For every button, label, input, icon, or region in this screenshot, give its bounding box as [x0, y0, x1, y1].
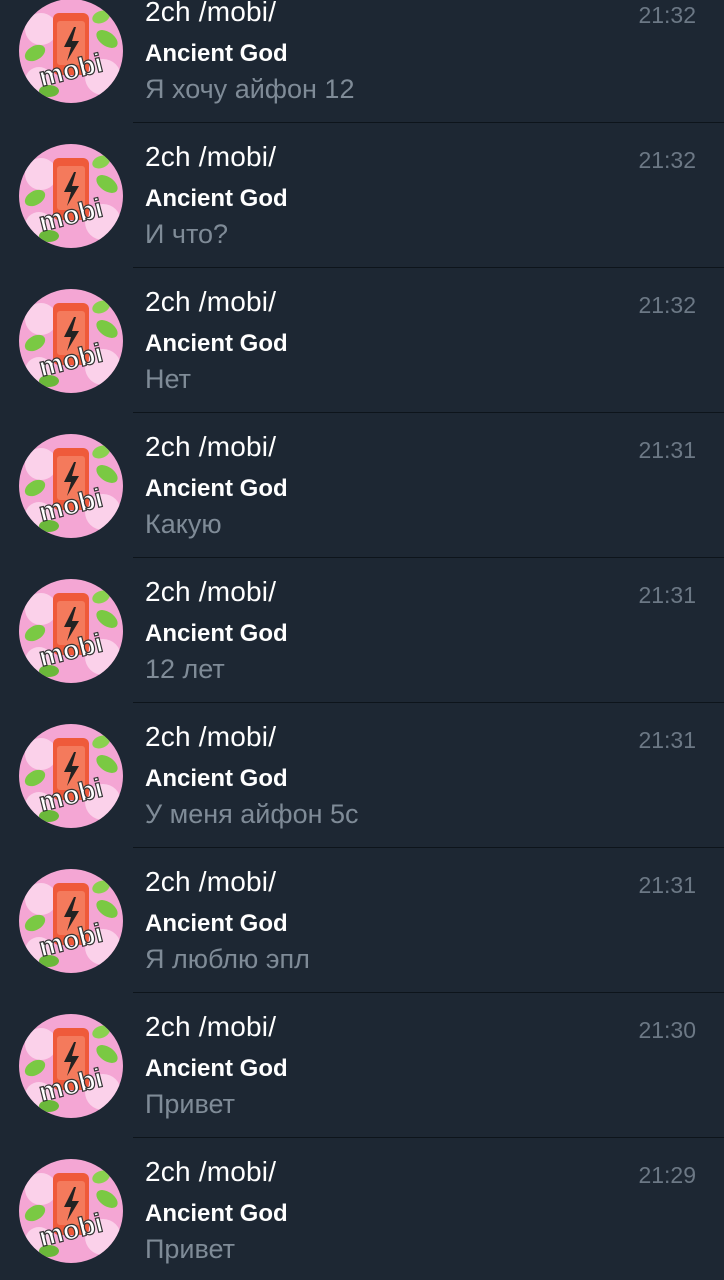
message-preview: Привет [145, 1234, 236, 1264]
message-preview: 12 лет [145, 654, 225, 684]
chat-row[interactable]: mobi 2ch /mobi/ Ancient God Привет 21:30 [0, 993, 724, 1138]
sender-name: Ancient God [145, 40, 288, 67]
chat-title: 2ch /mobi/ [145, 576, 277, 607]
chat-row[interactable]: mobi 2ch /mobi/ Ancient God Привет 21:29 [0, 1138, 724, 1280]
sender-name: Ancient God [145, 910, 288, 937]
chat-title: 2ch /mobi/ [145, 1156, 277, 1187]
message-time: 21:31 [638, 727, 696, 753]
sender-name: Ancient God [145, 1055, 288, 1082]
message-preview: И что? [145, 219, 229, 249]
chat-list: mobi 2ch /mobi/ Ancient God Я хочу айфон… [0, 0, 724, 1280]
chat-row[interactable]: mobi 2ch /mobi/ Ancient God Какую 21:31 [0, 413, 724, 558]
message-time: 21:31 [638, 437, 696, 463]
sender-name: Ancient God [145, 765, 288, 792]
message-time: 21:29 [638, 1162, 696, 1188]
message-time: 21:32 [638, 2, 696, 28]
message-time: 21:30 [638, 1017, 696, 1043]
chat-title: 2ch /mobi/ [145, 866, 277, 897]
sender-name: Ancient God [145, 185, 288, 212]
avatar[interactable]: mobi [19, 289, 123, 393]
chat-row[interactable]: mobi 2ch /mobi/ Ancient God Я хочу айфон… [0, 0, 724, 123]
message-preview: Я хочу айфон 12 [145, 74, 355, 104]
chat-row[interactable]: mobi 2ch /mobi/ Ancient God 12 лет 21:31 [0, 558, 724, 703]
sender-name: Ancient God [145, 330, 288, 357]
message-time: 21:31 [638, 872, 696, 898]
avatar[interactable]: mobi [19, 1014, 123, 1118]
avatar[interactable]: mobi [19, 579, 123, 683]
message-preview: У меня айфон 5с [145, 799, 359, 829]
chat-row[interactable]: mobi 2ch /mobi/ Ancient God Нет 21:32 [0, 268, 724, 413]
sender-name: Ancient God [145, 1200, 288, 1227]
chat-title: 2ch /mobi/ [145, 431, 277, 462]
chat-row[interactable]: mobi 2ch /mobi/ Ancient God У меня айфон… [0, 703, 724, 848]
chat-row[interactable]: mobi 2ch /mobi/ Ancient God И что? 21:32 [0, 123, 724, 268]
message-preview: Привет [145, 1089, 236, 1119]
avatar[interactable]: mobi [19, 1159, 123, 1263]
message-time: 21:32 [638, 292, 696, 318]
message-time: 21:32 [638, 147, 696, 173]
avatar[interactable]: mobi [19, 869, 123, 973]
message-preview: Нет [145, 364, 191, 394]
message-time: 21:31 [638, 582, 696, 608]
avatar[interactable]: mobi [19, 0, 123, 103]
chat-title: 2ch /mobi/ [145, 0, 277, 27]
chat-row[interactable]: mobi 2ch /mobi/ Ancient God Я люблю эпл … [0, 848, 724, 993]
chat-title: 2ch /mobi/ [145, 141, 277, 172]
avatar[interactable]: mobi [19, 144, 123, 248]
sender-name: Ancient God [145, 620, 288, 647]
chat-title: 2ch /mobi/ [145, 286, 277, 317]
chat-title: 2ch /mobi/ [145, 1011, 277, 1042]
sender-name: Ancient God [145, 475, 288, 502]
avatar[interactable]: mobi [19, 434, 123, 538]
message-preview: Какую [145, 509, 222, 539]
chat-title: 2ch /mobi/ [145, 721, 277, 752]
avatar[interactable]: mobi [19, 724, 123, 828]
message-preview: Я люблю эпл [145, 944, 310, 974]
